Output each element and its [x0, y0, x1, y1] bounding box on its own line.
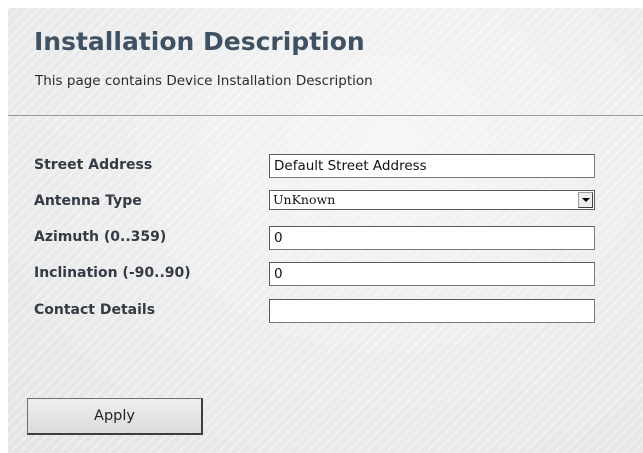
street-address-label: Street Address [34, 157, 153, 173]
apply-button[interactable]: Apply [27, 398, 203, 435]
inclination-row: Inclination (-90..90) [34, 262, 604, 286]
azimuth-row: Azimuth (0..359) [34, 226, 604, 250]
inclination-input[interactable] [269, 262, 595, 286]
page-title: Installation Description [34, 27, 365, 56]
header-divider [8, 115, 643, 116]
antenna-type-label: Antenna Type [34, 193, 142, 209]
page-subtitle: This page contains Device Installation D… [35, 73, 373, 89]
contact-details-row: Contact Details [34, 299, 604, 323]
inclination-label: Inclination (-90..90) [34, 265, 191, 281]
contact-details-label: Contact Details [34, 302, 156, 318]
azimuth-input[interactable] [269, 226, 595, 250]
antenna-type-select[interactable]: UnKnown [269, 190, 595, 210]
street-address-row: Street Address [34, 154, 604, 178]
dropdown-button[interactable] [578, 192, 593, 208]
azimuth-label: Azimuth (0..359) [34, 229, 167, 245]
street-address-input[interactable] [269, 154, 595, 178]
chevron-down-icon [582, 198, 590, 202]
antenna-type-row: Antenna Type UnKnown [34, 190, 604, 214]
contact-details-input[interactable] [269, 299, 595, 323]
installation-panel: Installation Description This page conta… [8, 8, 643, 453]
antenna-type-selected-value: UnKnown [273, 192, 336, 207]
